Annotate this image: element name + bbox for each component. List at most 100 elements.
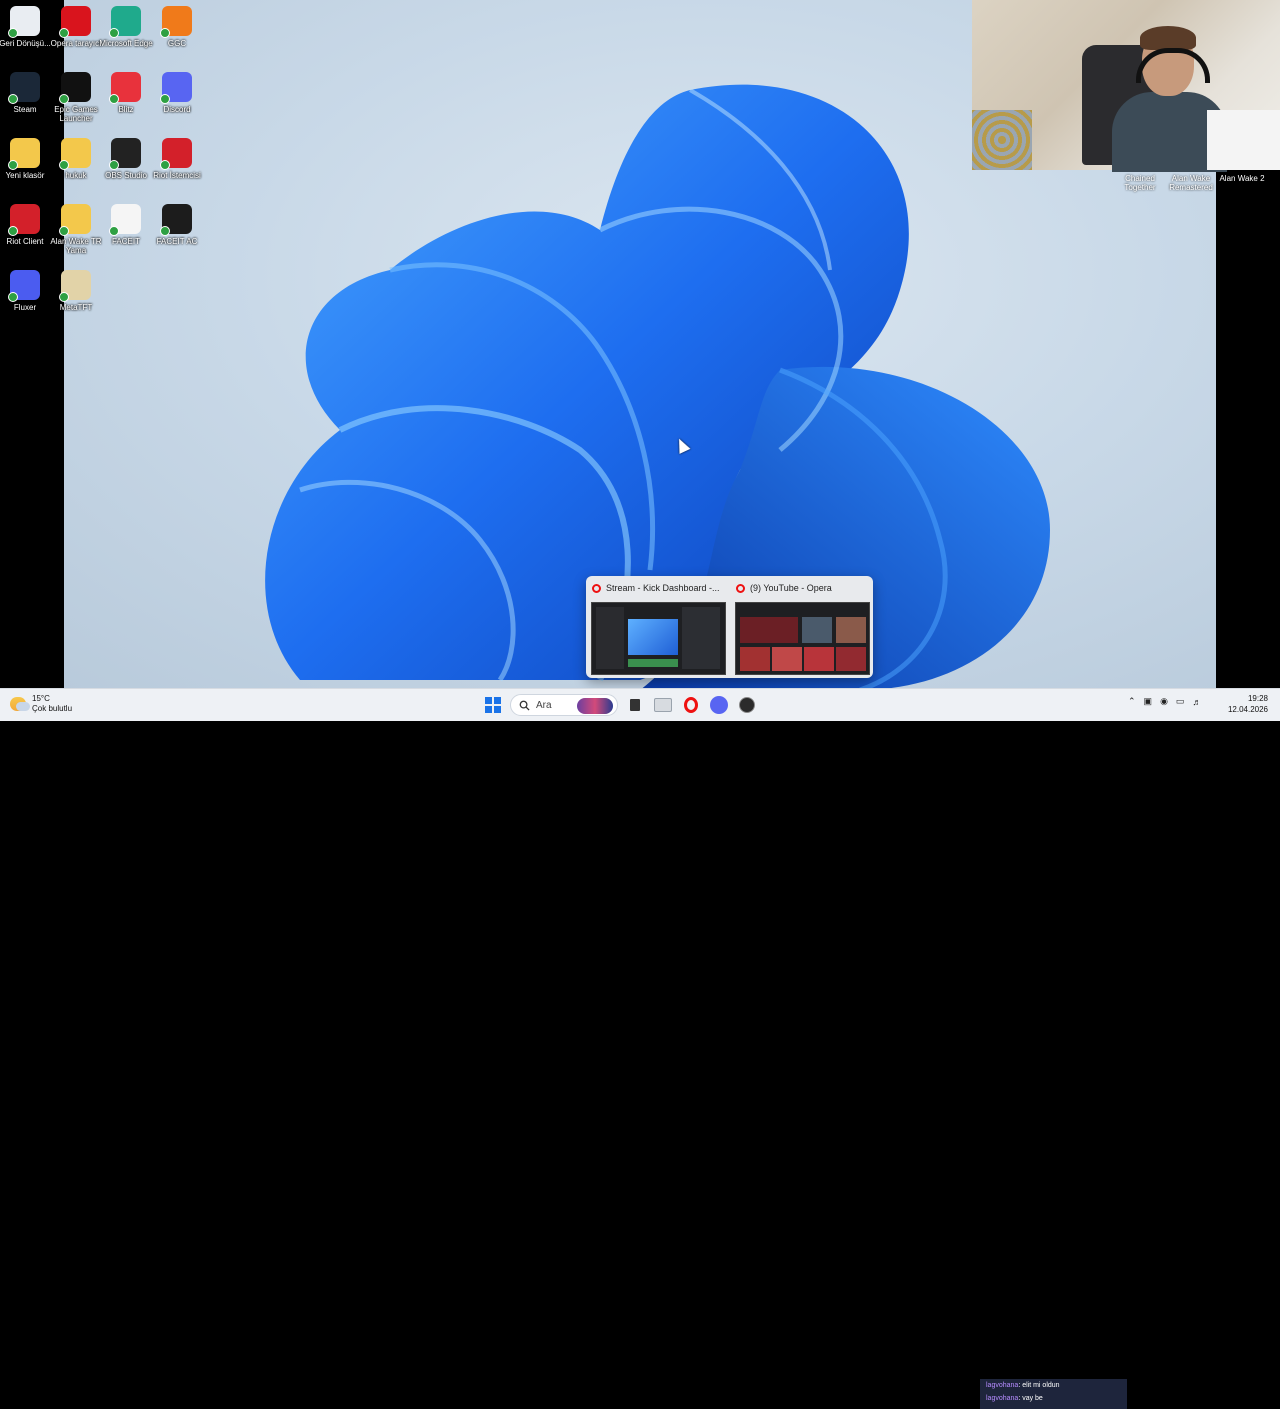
desktop-icon[interactable]: OBS Studio	[98, 138, 154, 180]
desktop-icon[interactable]: Yeni klasör	[0, 138, 53, 180]
riot-icon	[8, 204, 40, 236]
desktop-icon-label: Riot İstemcisi	[153, 171, 201, 180]
desktop-icon-label: Opera tarayıcı	[50, 39, 102, 48]
webcam-person	[1112, 26, 1227, 172]
sync-check-icon	[109, 160, 119, 170]
taskbar-app-discord[interactable]	[708, 694, 730, 716]
taskbar-preview-popup: Stream - Kick Dashboard -... (9) YouTube…	[586, 576, 873, 678]
sync-check-icon	[59, 94, 69, 104]
sync-check-icon	[8, 226, 18, 236]
chat-message: lagvohana: vay be	[986, 1392, 1127, 1405]
network-icon[interactable]: ▣	[1144, 696, 1153, 707]
display-icon[interactable]: ▭	[1176, 696, 1185, 707]
obs-icon	[739, 697, 755, 713]
webcam-overlay	[972, 0, 1280, 172]
sync-check-icon	[160, 94, 170, 104]
chat-text: : elit mi oldun	[1018, 1382, 1060, 1389]
taskbar-app-opera[interactable]	[680, 694, 702, 716]
search-placeholder: Ara	[536, 699, 552, 711]
sync-check-icon	[8, 160, 18, 170]
taskbar-app-obs[interactable]	[736, 694, 758, 716]
sync-check-icon	[8, 292, 18, 302]
search-icon	[519, 700, 530, 711]
desktop-icon-label: Microsoft Edge	[99, 39, 153, 48]
obs-icon	[109, 138, 141, 170]
desktop-icon[interactable]: Riot İstemcisi	[149, 138, 205, 180]
opera-icon	[59, 6, 91, 38]
desktop-icon[interactable]: Riot Client	[0, 204, 53, 246]
desktop-icon[interactable]: GGC	[149, 6, 205, 48]
desktop-icon-label: Alan Wake TR Yama	[50, 237, 102, 255]
webcam-pillow	[972, 110, 1032, 170]
preview-card-title: Stream - Kick Dashboard -...	[592, 583, 720, 593]
chat-username: lagvohana	[986, 1382, 1019, 1389]
start-button[interactable]	[482, 694, 504, 716]
system-tray: ⌃ ▣ ◉ ▭ ♬	[1128, 696, 1201, 707]
sync-check-icon	[109, 94, 119, 104]
desktop-icon-label: FACEIT AC	[156, 237, 198, 246]
desktop-icon-label: Yeni klasör	[5, 171, 45, 180]
desktop-icon-label: Riot Client	[6, 237, 44, 246]
microphone-icon[interactable]: ◉	[1160, 696, 1168, 707]
clock-date: 12.04.2026	[1227, 705, 1268, 714]
weather-widget[interactable]: 15°C Çok bulutlu	[10, 694, 72, 714]
desktop-icon-label: Blitz	[118, 105, 134, 114]
faceit-ac-icon	[160, 204, 192, 236]
desktop-icon[interactable]: Geri Dönüşü...	[0, 6, 53, 48]
sync-check-icon	[59, 226, 69, 236]
webcam-tile-label[interactable]: Alan Wake Remastered	[1166, 174, 1216, 192]
desktop-icon[interactable]: Steam	[0, 72, 53, 114]
sync-check-icon	[59, 28, 69, 38]
desktop-icon[interactable]: Alan Wake TR Yama	[48, 204, 104, 255]
speaker-icon[interactable]: ♬	[1192, 697, 1201, 707]
taskbar-search[interactable]: Ara	[510, 694, 618, 716]
steam-icon	[8, 72, 40, 104]
epic-games-icon	[59, 72, 91, 104]
chat-text: : vay be	[1018, 1395, 1043, 1402]
desktop-icon[interactable]: hukuk	[48, 138, 104, 180]
edge-icon	[109, 6, 141, 38]
folder-icon	[59, 138, 91, 170]
desktop-icon-label: MetaTFT	[59, 303, 93, 312]
sync-check-icon	[160, 160, 170, 170]
desktop-icon-label: hukuk	[65, 171, 87, 180]
desktop-icon[interactable]: MetaTFT	[48, 270, 104, 312]
desktop-icon[interactable]: Microsoft Edge	[98, 6, 154, 48]
chat-username: lagvohana	[986, 1395, 1019, 1402]
sync-check-icon	[160, 28, 170, 38]
file-icon	[109, 204, 141, 236]
taskbar-app-files[interactable]	[652, 694, 674, 716]
webcam-bed	[1207, 110, 1280, 170]
sync-check-icon	[109, 226, 119, 236]
discord-icon	[160, 72, 192, 104]
clock-time: 19:28	[1247, 694, 1268, 703]
desktop-icon-label: Epic Games Launcher	[54, 105, 98, 123]
sync-check-icon	[109, 28, 119, 38]
desktop-icon-label: Discord	[163, 105, 191, 114]
chevron-up-icon[interactable]: ⌃	[1128, 696, 1136, 707]
opera-icon	[592, 583, 601, 593]
desktop-icon[interactable]: Discord	[149, 72, 205, 114]
preview-card-title-text: Stream - Kick Dashboard -...	[606, 583, 720, 593]
preview-thumbnail	[591, 602, 726, 675]
preview-card-kick[interactable]: Stream - Kick Dashboard -...	[586, 576, 726, 678]
sync-check-icon	[59, 160, 69, 170]
desktop-icon[interactable]: FACEIT	[98, 204, 154, 246]
desktop-icon[interactable]: FACEIT AC	[149, 204, 205, 246]
recycle-bin-icon	[8, 6, 40, 38]
taskbar-clock[interactable]: 19:28 12.04.2026	[1224, 693, 1268, 715]
opera-icon	[736, 583, 745, 593]
desktop-icon-label: GGC	[167, 39, 187, 48]
desktop-icon[interactable]: Opera tarayıcı	[48, 6, 104, 48]
task-view-button[interactable]	[624, 694, 646, 716]
webcam-tile-label[interactable]: Chained Together	[1118, 174, 1162, 192]
desktop-icon[interactable]: Fluxer	[0, 270, 53, 312]
preview-card-youtube[interactable]: (9) YouTube - Opera	[730, 576, 870, 678]
webcam-tile-label[interactable]: Alan Wake 2	[1216, 174, 1268, 183]
opera-icon	[684, 697, 698, 713]
desktop-icon[interactable]: Blitz	[98, 72, 154, 114]
desktop-icon[interactable]: Epic Games Launcher	[48, 72, 104, 123]
desktop-icon-label: Geri Dönüşü...	[0, 39, 51, 48]
sync-check-icon	[160, 226, 170, 236]
search-highlight-art	[577, 698, 613, 714]
